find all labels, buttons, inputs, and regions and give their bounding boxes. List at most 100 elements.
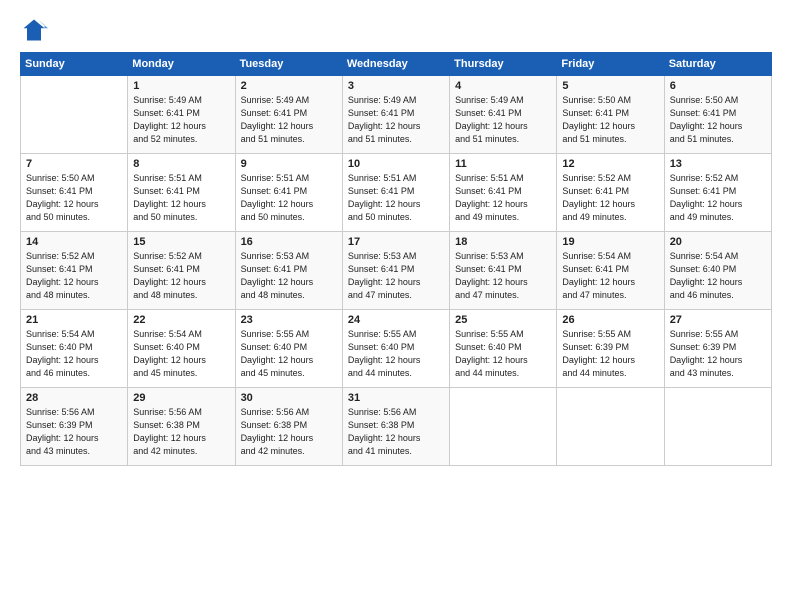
day-cell bbox=[21, 76, 128, 154]
day-cell: 26Sunrise: 5:55 AM Sunset: 6:39 PM Dayli… bbox=[557, 310, 664, 388]
day-cell bbox=[557, 388, 664, 466]
day-cell: 20 Sunrise: 5:54 AM Sunset: 6:40 PM Dayli… bbox=[664, 232, 771, 310]
cell-info: Sunrise: 5:56 AM Sunset: 6:38 PM Dayligh… bbox=[241, 406, 337, 458]
day-cell bbox=[450, 388, 557, 466]
cell-info: Sunrise: 5:52 AM Sunset: 6:41 PM Dayligh… bbox=[562, 172, 658, 224]
cell-info: Sunrise: 5:55 AM Sunset: 6:40 PM Dayligh… bbox=[455, 328, 551, 380]
cell-info: Sunrise: 5:56 AM Sunset: 6:38 PM Dayligh… bbox=[133, 406, 229, 458]
day-number: 17 bbox=[348, 236, 444, 248]
cell-info: Sunrise: 5:55 AM Sunset: 6:40 PM Dayligh… bbox=[241, 328, 337, 380]
cell-info: Sunrise: 5:54 AM Sunset: 6:40 PM Dayligh… bbox=[670, 250, 766, 302]
cell-info: Sunrise: 5:53 AM Sunset: 6:41 PM Dayligh… bbox=[348, 250, 444, 302]
day-cell: 8Sunrise: 5:51 AM Sunset: 6:41 PM Daylig… bbox=[128, 154, 235, 232]
day-number: 30 bbox=[241, 392, 337, 404]
day-number: 23 bbox=[241, 314, 337, 326]
cell-info: Sunrise: 5:53 AM Sunset: 6:41 PM Dayligh… bbox=[241, 250, 337, 302]
day-cell: 11 Sunrise: 5:51 AM Sunset: 6:41 PM Dayli… bbox=[450, 154, 557, 232]
day-cell: 12 Sunrise: 5:52 AM Sunset: 6:41 PM Dayli… bbox=[557, 154, 664, 232]
day-cell: 4Sunrise: 5:49 AM Sunset: 6:41 PM Daylig… bbox=[450, 76, 557, 154]
day-number: 9 bbox=[241, 158, 337, 170]
day-number: 2 bbox=[241, 80, 337, 92]
week-row-5: 28 Sunrise: 5:56 AM Sunset: 6:39 PM Dayli… bbox=[21, 388, 772, 466]
day-number: 22 bbox=[133, 314, 229, 326]
cell-info: Sunrise: 5:50 AM Sunset: 6:41 PM Dayligh… bbox=[562, 94, 658, 146]
cell-info: Sunrise: 5:55 AM Sunset: 6:39 PM Dayligh… bbox=[562, 328, 658, 380]
day-number: 20 bbox=[670, 236, 766, 248]
day-header-saturday: Saturday bbox=[664, 53, 771, 76]
day-number: 31 bbox=[348, 392, 444, 404]
logo-icon bbox=[20, 16, 48, 44]
days-header-row: SundayMondayTuesdayWednesdayThursdayFrid… bbox=[21, 53, 772, 76]
cell-info: Sunrise: 5:51 AM Sunset: 6:41 PM Dayligh… bbox=[455, 172, 551, 224]
calendar-page: SundayMondayTuesdayWednesdayThursdayFrid… bbox=[0, 0, 792, 612]
week-row-4: 21Sunrise: 5:54 AM Sunset: 6:40 PM Dayli… bbox=[21, 310, 772, 388]
logo bbox=[20, 16, 52, 44]
cell-info: Sunrise: 5:50 AM Sunset: 6:41 PM Dayligh… bbox=[26, 172, 122, 224]
day-cell: 22Sunrise: 5:54 AM Sunset: 6:40 PM Dayli… bbox=[128, 310, 235, 388]
cell-info: Sunrise: 5:52 AM Sunset: 6:41 PM Dayligh… bbox=[670, 172, 766, 224]
day-cell: 10Sunrise: 5:51 AM Sunset: 6:41 PM Dayli… bbox=[342, 154, 449, 232]
day-number: 7 bbox=[26, 158, 122, 170]
day-cell: 6 Sunrise: 5:50 AM Sunset: 6:41 PM Daylig… bbox=[664, 76, 771, 154]
day-number: 14 bbox=[26, 236, 122, 248]
day-cell: 21Sunrise: 5:54 AM Sunset: 6:40 PM Dayli… bbox=[21, 310, 128, 388]
day-cell: 18 Sunrise: 5:53 AM Sunset: 6:41 PM Dayli… bbox=[450, 232, 557, 310]
day-header-wednesday: Wednesday bbox=[342, 53, 449, 76]
day-header-sunday: Sunday bbox=[21, 53, 128, 76]
day-cell: 31Sunrise: 5:56 AM Sunset: 6:38 PM Dayli… bbox=[342, 388, 449, 466]
day-cell: 1 Sunrise: 5:49 AM Sunset: 6:41 PM Daylig… bbox=[128, 76, 235, 154]
day-number: 18 bbox=[455, 236, 551, 248]
day-number: 27 bbox=[670, 314, 766, 326]
day-cell: 19 Sunrise: 5:54 AM Sunset: 6:41 PM Dayli… bbox=[557, 232, 664, 310]
cell-info: Sunrise: 5:55 AM Sunset: 6:40 PM Dayligh… bbox=[348, 328, 444, 380]
day-header-tuesday: Tuesday bbox=[235, 53, 342, 76]
day-number: 15 bbox=[133, 236, 229, 248]
day-number: 19 bbox=[562, 236, 658, 248]
day-cell: 30 Sunrise: 5:56 AM Sunset: 6:38 PM Dayli… bbox=[235, 388, 342, 466]
day-cell: 23 Sunrise: 5:55 AM Sunset: 6:40 PM Dayli… bbox=[235, 310, 342, 388]
cell-info: Sunrise: 5:52 AM Sunset: 6:41 PM Dayligh… bbox=[133, 250, 229, 302]
day-cell: 9 Sunrise: 5:51 AM Sunset: 6:41 PM Daylig… bbox=[235, 154, 342, 232]
day-cell: 16Sunrise: 5:53 AM Sunset: 6:41 PM Dayli… bbox=[235, 232, 342, 310]
day-cell: 24 Sunrise: 5:55 AM Sunset: 6:40 PM Dayli… bbox=[342, 310, 449, 388]
day-cell: 25Sunrise: 5:55 AM Sunset: 6:40 PM Dayli… bbox=[450, 310, 557, 388]
page-header bbox=[20, 16, 772, 44]
cell-info: Sunrise: 5:53 AM Sunset: 6:41 PM Dayligh… bbox=[455, 250, 551, 302]
cell-info: Sunrise: 5:54 AM Sunset: 6:41 PM Dayligh… bbox=[562, 250, 658, 302]
calendar-table: SundayMondayTuesdayWednesdayThursdayFrid… bbox=[20, 52, 772, 466]
cell-info: Sunrise: 5:49 AM Sunset: 6:41 PM Dayligh… bbox=[348, 94, 444, 146]
week-row-1: 1 Sunrise: 5:49 AM Sunset: 6:41 PM Daylig… bbox=[21, 76, 772, 154]
week-row-3: 14 Sunrise: 5:52 AM Sunset: 6:41 PM Dayli… bbox=[21, 232, 772, 310]
day-cell: 14 Sunrise: 5:52 AM Sunset: 6:41 PM Dayli… bbox=[21, 232, 128, 310]
cell-info: Sunrise: 5:56 AM Sunset: 6:39 PM Dayligh… bbox=[26, 406, 122, 458]
day-cell: 13 Sunrise: 5:52 AM Sunset: 6:41 PM Dayli… bbox=[664, 154, 771, 232]
cell-info: Sunrise: 5:49 AM Sunset: 6:41 PM Dayligh… bbox=[241, 94, 337, 146]
day-number: 28 bbox=[26, 392, 122, 404]
day-cell bbox=[664, 388, 771, 466]
day-number: 12 bbox=[562, 158, 658, 170]
day-cell: 3Sunrise: 5:49 AM Sunset: 6:41 PM Daylig… bbox=[342, 76, 449, 154]
cell-info: Sunrise: 5:55 AM Sunset: 6:39 PM Dayligh… bbox=[670, 328, 766, 380]
day-number: 6 bbox=[670, 80, 766, 92]
day-cell: 29 Sunrise: 5:56 AM Sunset: 6:38 PM Dayli… bbox=[128, 388, 235, 466]
day-number: 13 bbox=[670, 158, 766, 170]
day-number: 11 bbox=[455, 158, 551, 170]
day-number: 29 bbox=[133, 392, 229, 404]
day-cell: 28 Sunrise: 5:56 AM Sunset: 6:39 PM Dayli… bbox=[21, 388, 128, 466]
cell-info: Sunrise: 5:49 AM Sunset: 6:41 PM Dayligh… bbox=[455, 94, 551, 146]
day-cell: 15 Sunrise: 5:52 AM Sunset: 6:41 PM Dayli… bbox=[128, 232, 235, 310]
cell-info: Sunrise: 5:51 AM Sunset: 6:41 PM Dayligh… bbox=[133, 172, 229, 224]
day-header-friday: Friday bbox=[557, 53, 664, 76]
day-number: 5 bbox=[562, 80, 658, 92]
day-header-thursday: Thursday bbox=[450, 53, 557, 76]
day-cell: 5 Sunrise: 5:50 AM Sunset: 6:41 PM Daylig… bbox=[557, 76, 664, 154]
cell-info: Sunrise: 5:50 AM Sunset: 6:41 PM Dayligh… bbox=[670, 94, 766, 146]
cell-info: Sunrise: 5:51 AM Sunset: 6:41 PM Dayligh… bbox=[241, 172, 337, 224]
day-cell: 2 Sunrise: 5:49 AM Sunset: 6:41 PM Daylig… bbox=[235, 76, 342, 154]
day-number: 10 bbox=[348, 158, 444, 170]
cell-info: Sunrise: 5:52 AM Sunset: 6:41 PM Dayligh… bbox=[26, 250, 122, 302]
day-cell: 7 Sunrise: 5:50 AM Sunset: 6:41 PM Daylig… bbox=[21, 154, 128, 232]
day-number: 1 bbox=[133, 80, 229, 92]
day-number: 24 bbox=[348, 314, 444, 326]
cell-info: Sunrise: 5:49 AM Sunset: 6:41 PM Dayligh… bbox=[133, 94, 229, 146]
